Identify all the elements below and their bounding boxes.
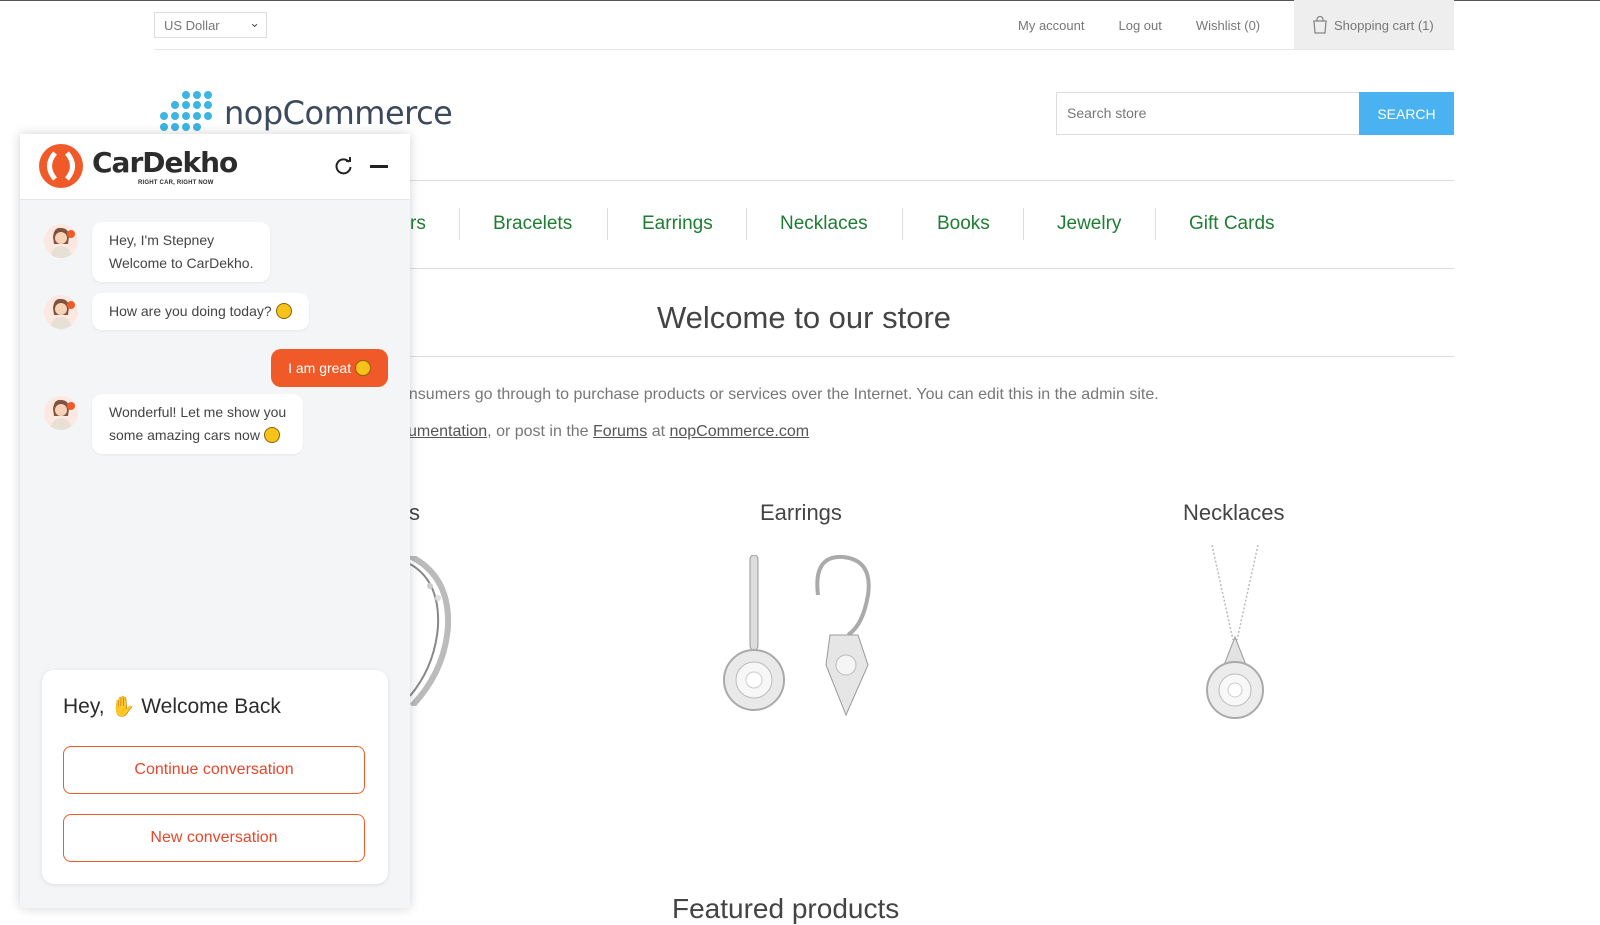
shopping-cart-link[interactable]: Shopping cart (1) <box>1294 0 1454 50</box>
nav-item-gift-cards[interactable]: Gift Cards <box>1189 180 1275 268</box>
wishlist-link[interactable]: Wishlist (0) <box>1196 18 1260 33</box>
documentation-link[interactable]: cumentation <box>400 423 487 440</box>
message-text: Wonderful! Let me show you <box>109 404 287 420</box>
header-links: My account Log out Wishlist (0) <box>1018 0 1294 50</box>
chat-header: CarDekho RIGHT CAR, RIGHT NOW <box>20 134 410 200</box>
welcome-title-pre: Hey, <box>63 695 105 718</box>
avatar-icon <box>50 227 75 258</box>
category-title-earrings[interactable]: Earrings <box>760 500 842 526</box>
page-title: Welcome to our store <box>656 300 952 335</box>
bot-message: How are you doing today? <box>92 293 309 330</box>
log-out-link[interactable]: Log out <box>1118 18 1161 33</box>
nav-item-earrings[interactable]: Earrings <box>642 180 713 268</box>
message-text: I am great <box>288 360 352 376</box>
store-logo[interactable]: nopCommerce <box>156 90 453 136</box>
intro-text-fragment: , or post in the <box>487 423 594 440</box>
cart-label: Shopping cart (1) <box>1334 17 1434 33</box>
continue-conversation-button[interactable]: Continue conversation <box>63 746 365 794</box>
bot-avatar <box>44 224 78 258</box>
nav-item-necklaces[interactable]: Necklaces <box>780 180 868 268</box>
welcome-title: Hey, ✋ Welcome Back <box>63 694 281 719</box>
earrings-image[interactable] <box>718 555 898 730</box>
bot-avatar <box>44 295 78 329</box>
nav-divider <box>1023 208 1024 240</box>
category-title-partial[interactable]: s <box>409 500 420 526</box>
chat-widget: CarDekho RIGHT CAR, RIGHT NOW Hey, I'm S… <box>20 134 410 908</box>
header-divider <box>154 49 1454 50</box>
intro-text: onsumers go through to purchase products… <box>400 386 1159 403</box>
nav-item-bracelets[interactable]: Bracelets <box>493 180 572 268</box>
smiling-emoji-icon <box>355 360 371 376</box>
bot-avatar <box>44 396 78 430</box>
intro-links-text: cumentation, or post in the Forums at no… <box>400 423 809 441</box>
message-text: Welcome to CarDekho. <box>109 255 254 271</box>
message-text: Hey, I'm Stepney <box>109 232 215 248</box>
bot-message: Wonderful! Let me show you some amazing … <box>92 394 304 454</box>
message-text: How are you doing today? <box>109 303 272 319</box>
ring-image[interactable] <box>410 556 455 706</box>
nav-item-partial[interactable]: rs <box>410 180 426 268</box>
refresh-icon[interactable] <box>334 156 354 176</box>
logo-text: nopCommerce <box>224 94 453 132</box>
avatar-icon <box>50 399 75 430</box>
logo-dots-icon <box>160 91 212 131</box>
user-message: I am great <box>271 349 388 387</box>
winking-emoji-icon <box>275 303 292 319</box>
chevron-down-icon: ⌄ <box>249 15 260 30</box>
avatar-icon <box>50 298 75 329</box>
waving-hand-icon: ✋ <box>110 696 136 718</box>
message-text: some amazing cars now <box>109 427 260 443</box>
nopcommerce-link[interactable]: nopCommerce.com <box>669 423 809 440</box>
nav-divider <box>746 208 747 240</box>
currency-value: US Dollar <box>164 18 220 33</box>
nav-item-books[interactable]: Books <box>937 180 990 268</box>
new-conversation-button[interactable]: New conversation <box>63 814 365 862</box>
nav-divider <box>902 208 903 240</box>
shopping-bag-icon <box>1313 16 1327 34</box>
my-account-link[interactable]: My account <box>1018 18 1084 33</box>
cardekho-logo-icon <box>39 144 83 188</box>
featured-products-title: Featured products <box>672 893 900 924</box>
bot-message: Hey, I'm Stepney Welcome to CarDekho. <box>92 222 271 282</box>
nav-divider <box>1155 208 1156 240</box>
sunglasses-emoji-icon <box>263 427 280 443</box>
minimize-icon[interactable] <box>370 165 388 168</box>
nav-divider <box>607 208 608 240</box>
brand-name: CarDekho <box>92 146 238 179</box>
nav-divider <box>459 208 460 240</box>
brand-tagline: RIGHT CAR, RIGHT NOW <box>138 180 214 186</box>
search-input[interactable]: Search store <box>1056 92 1359 135</box>
intro-text-fragment: at <box>647 423 670 440</box>
search-button[interactable]: SEARCH <box>1359 92 1454 135</box>
currency-select[interactable]: US Dollar ⌄ <box>154 12 267 38</box>
welcome-back-card: Hey, ✋ Welcome Back Continue conversatio… <box>42 670 388 884</box>
category-title-necklaces[interactable]: Necklaces <box>1183 500 1284 526</box>
nav-item-jewelry[interactable]: Jewelry <box>1057 180 1121 268</box>
necklace-image[interactable] <box>1200 545 1270 740</box>
welcome-title-post: Welcome Back <box>141 695 281 718</box>
forums-link[interactable]: Forums <box>593 423 647 440</box>
